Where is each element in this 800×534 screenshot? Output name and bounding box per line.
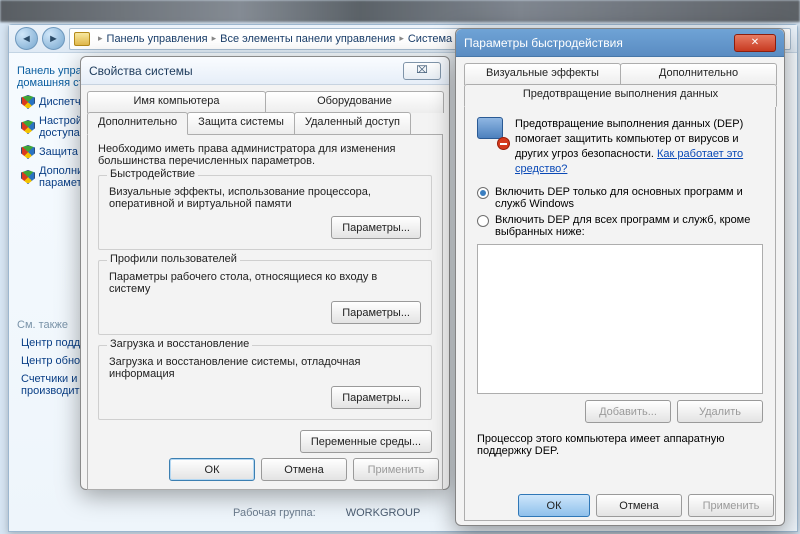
chevron-right-icon: ▸: [98, 33, 103, 44]
cancel-button[interactable]: Отмена: [261, 458, 347, 481]
tab-hardware[interactable]: Оборудование: [265, 91, 444, 113]
apply-button[interactable]: Применить: [688, 494, 774, 517]
startup-recovery-groupbox: Загрузка и восстановление Загрузка и вос…: [98, 345, 432, 420]
shield-icon: [21, 95, 35, 109]
groupbox-description: Параметры рабочего стола, относящиеся ко…: [109, 271, 421, 295]
dep-radio-essential[interactable]: Включить DEP только для основных програм…: [477, 186, 763, 210]
tab-visual-effects[interactable]: Визуальные эффекты: [464, 63, 621, 85]
background-window-titlebar: [0, 0, 800, 22]
apply-button[interactable]: Применить: [353, 458, 439, 481]
dialog-footer: ОК Отмена Применить: [518, 494, 774, 517]
shield-icon: [21, 120, 35, 134]
nav-back-button[interactable]: ◄: [15, 27, 38, 50]
performance-groupbox: Быстродействие Визуальные эффекты, испол…: [98, 175, 432, 250]
radio-label: Включить DEP для всех программ и служб, …: [495, 214, 763, 238]
chevron-right-icon: ▸: [399, 33, 404, 44]
ok-button[interactable]: ОК: [169, 458, 255, 481]
shield-icon: [21, 145, 35, 159]
environment-variables-button[interactable]: Переменные среды...: [300, 430, 432, 453]
tab-remote[interactable]: Удаленный доступ: [294, 112, 411, 134]
tab-dep[interactable]: Предотвращение выполнения данных: [464, 84, 777, 107]
chevron-right-icon: ▸: [212, 33, 217, 44]
dialog-title: Свойства системы: [89, 64, 403, 78]
breadcrumb-item[interactable]: Панель управления: [107, 33, 208, 45]
performance-options-dialog: Параметры быстродействия ✕ Визуальные эф…: [455, 28, 785, 526]
tab-advanced[interactable]: Дополнительно: [87, 112, 188, 135]
shield-icon: [21, 170, 35, 184]
dep-radio-all-except[interactable]: Включить DEP для всех программ и служб, …: [477, 214, 763, 238]
groupbox-description: Загрузка и восстановление системы, отлад…: [109, 356, 421, 380]
dep-description: Предотвращение выполнения данных (DEP) п…: [515, 117, 763, 176]
workgroup-label: Рабочая группа:: [233, 507, 316, 519]
dialog-titlebar[interactable]: Параметры быстродействия ✕: [456, 29, 784, 57]
remove-button[interactable]: Удалить: [677, 400, 763, 423]
system-properties-dialog: Свойства системы ⌧ Имя компьютера Оборуд…: [80, 56, 450, 490]
close-button[interactable]: ⌧: [403, 62, 441, 80]
dep-hardware-note: Процессор этого компьютера имеет аппарат…: [477, 433, 763, 457]
groupbox-title: Профили пользователей: [107, 253, 240, 265]
groupbox-title: Загрузка и восстановление: [107, 338, 252, 350]
add-button[interactable]: Добавить...: [585, 400, 671, 423]
user-profiles-settings-button[interactable]: Параметры...: [331, 301, 421, 324]
nav-forward-button[interactable]: ►: [42, 27, 65, 50]
radio-label: Включить DEP только для основных програм…: [495, 186, 763, 210]
blocked-icon: [497, 137, 510, 150]
close-button[interactable]: ✕: [734, 34, 776, 52]
tab-computer-name[interactable]: Имя компьютера: [87, 91, 266, 113]
tab-strip-row2: Дополнительно Защита системы Удаленный д…: [87, 112, 443, 134]
breadcrumb-item[interactable]: Все элементы панели управления: [220, 33, 395, 45]
startup-recovery-settings-button[interactable]: Параметры...: [331, 386, 421, 409]
dialog-titlebar[interactable]: Свойства системы ⌧: [81, 57, 449, 85]
ok-button[interactable]: ОК: [518, 494, 590, 517]
tab-system-protection[interactable]: Защита системы: [187, 112, 295, 134]
breadcrumb-item[interactable]: Система: [408, 33, 452, 45]
performance-settings-button[interactable]: Параметры...: [331, 216, 421, 239]
dep-description-row: Предотвращение выполнения данных (DEP) п…: [477, 117, 763, 176]
user-profiles-groupbox: Профили пользователей Параметры рабочего…: [98, 260, 432, 335]
admin-rights-note: Необходимо иметь права администратора дл…: [98, 143, 432, 167]
tab-strip-row2: Предотвращение выполнения данных: [464, 84, 776, 106]
dep-exclusion-list[interactable]: [477, 244, 763, 394]
groupbox-description: Визуальные эффекты, использование процес…: [109, 186, 421, 210]
dialog-footer: ОК Отмена Применить: [169, 458, 439, 481]
radio-icon: [477, 215, 489, 227]
tab-strip-row1: Имя компьютера Оборудование: [87, 91, 443, 113]
tab-body-dep: Предотвращение выполнения данных (DEP) п…: [464, 106, 776, 521]
folder-icon: [74, 32, 90, 46]
tab-body-advanced: Необходимо иметь права администратора дл…: [87, 134, 443, 490]
cancel-button[interactable]: Отмена: [596, 494, 682, 517]
groupbox-title: Быстродействие: [107, 168, 198, 180]
radio-icon: [477, 187, 489, 199]
workgroup-value: WORKGROUP: [346, 507, 421, 519]
dialog-title: Параметры быстродействия: [464, 36, 734, 50]
tab-advanced-perf[interactable]: Дополнительно: [620, 63, 777, 85]
tab-strip-row1: Визуальные эффекты Дополнительно: [464, 63, 776, 85]
dep-chip-icon: [477, 117, 507, 147]
